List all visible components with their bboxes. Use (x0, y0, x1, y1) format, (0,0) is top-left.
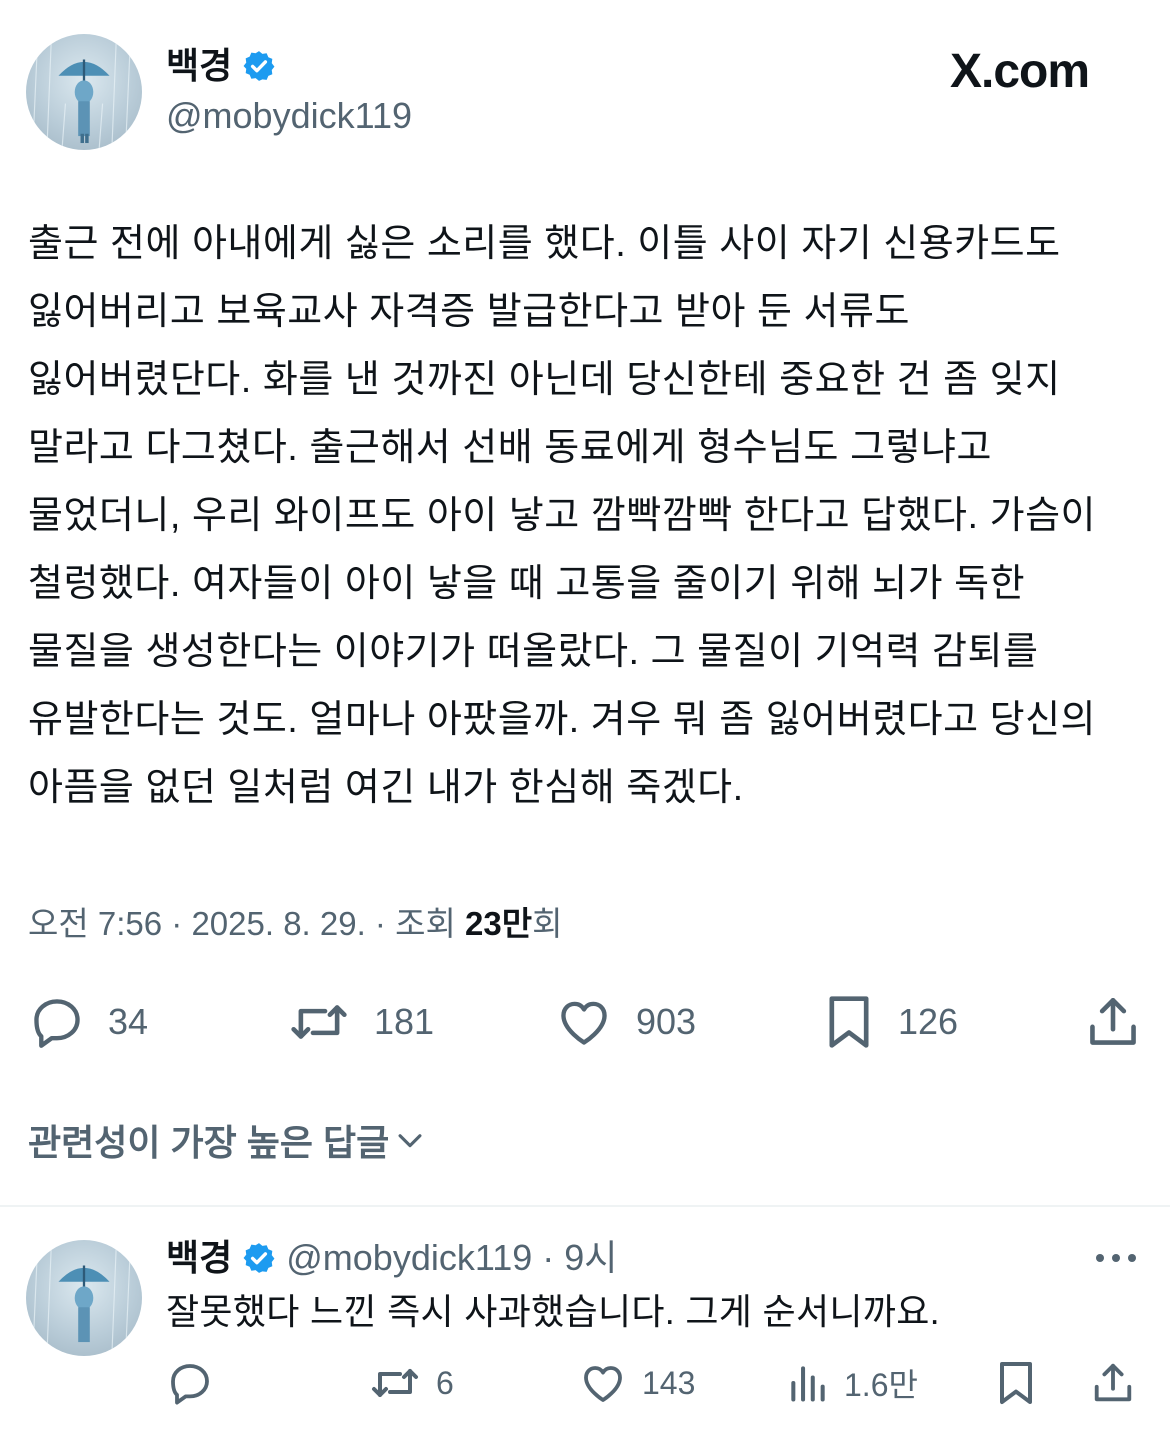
like-count: 903 (636, 1001, 697, 1042)
reply-count: 34 (108, 1001, 149, 1042)
x-watermark-logo: X.com (950, 45, 1090, 98)
reply-author-handle[interactable]: @mobydick119 (286, 1238, 532, 1278)
reply-avatar[interactable] (26, 1240, 142, 1356)
heart-icon (584, 1366, 622, 1402)
view-count-suffix: 회 (532, 905, 563, 942)
bookmark-count: 126 (898, 1001, 959, 1042)
retweet-count: 181 (374, 1001, 435, 1042)
share-button[interactable] (1084, 992, 1142, 1052)
reply-bookmark-button[interactable] (994, 1358, 1038, 1408)
reply-author-name[interactable]: 백경 (166, 1238, 232, 1278)
reply-retweet-count: 6 (436, 1364, 454, 1401)
replies-sort-label: 관련성이 가장 높은 답글 (28, 1122, 390, 1163)
umbrella-figure-in-rain-avatar (32, 1240, 131, 1356)
author-handle[interactable]: @mobydick119 (166, 96, 412, 136)
share-icon (1090, 997, 1136, 1045)
author-name[interactable]: 백경 (166, 46, 232, 86)
retweet-icon (291, 1005, 347, 1039)
tweet-time[interactable]: 오전 7:56 · 2025. 8. 29. · 조회 (28, 905, 465, 942)
bookmark-icon (829, 996, 869, 1048)
retweet-button[interactable]: 181 (286, 992, 434, 1052)
reply-like-button[interactable]: 143 (578, 1358, 695, 1408)
reply-like-count: 143 (642, 1364, 696, 1401)
replies-sort-dropdown[interactable]: 관련성이 가장 높은 답글 (28, 1114, 427, 1166)
section-divider (0, 1205, 1170, 1207)
reply-icon (171, 1364, 209, 1405)
reply-text: 잘못했다 느낀 즉시 사과했습니다. 그게 순서니까요. (166, 1291, 940, 1332)
bookmark-button[interactable]: 126 (822, 992, 958, 1052)
author-avatar[interactable] (26, 34, 142, 150)
reply-icon (34, 999, 80, 1048)
analytics-icon (791, 1366, 825, 1402)
reply-views-button[interactable]: 1.6만 (786, 1358, 918, 1408)
umbrella-figure-in-rain-avatar (32, 34, 131, 150)
share-icon (1094, 1363, 1132, 1402)
tweet-text: 출근 전에 아내에게 싫은 소리를 했다. 이틀 사이 자기 신용카드도 잃어버… (28, 223, 1096, 809)
verified-badge-icon (243, 1243, 275, 1273)
verified-badge-icon (243, 51, 275, 81)
like-button[interactable]: 903 (554, 992, 696, 1052)
bookmark-icon (1000, 1362, 1032, 1404)
reply-views-count: 1.6만 (844, 1367, 918, 1403)
more-dots-icon[interactable] (1094, 1248, 1138, 1268)
reply-time[interactable]: · 9시 (542, 1238, 617, 1278)
retweet-icon (372, 1369, 418, 1397)
heart-icon (561, 1001, 607, 1045)
reply-retweet-button[interactable]: 6 (368, 1358, 454, 1408)
view-count: 23만 (464, 905, 533, 942)
reply-share-button[interactable] (1090, 1358, 1136, 1408)
reply-button[interactable]: 34 (28, 992, 148, 1052)
chevron-down-icon (398, 1134, 422, 1148)
reply-reply-button[interactable] (166, 1358, 214, 1408)
tweet-meta: 오전 7:56 · 2025. 8. 29. · 조회 23만회 (28, 904, 562, 944)
